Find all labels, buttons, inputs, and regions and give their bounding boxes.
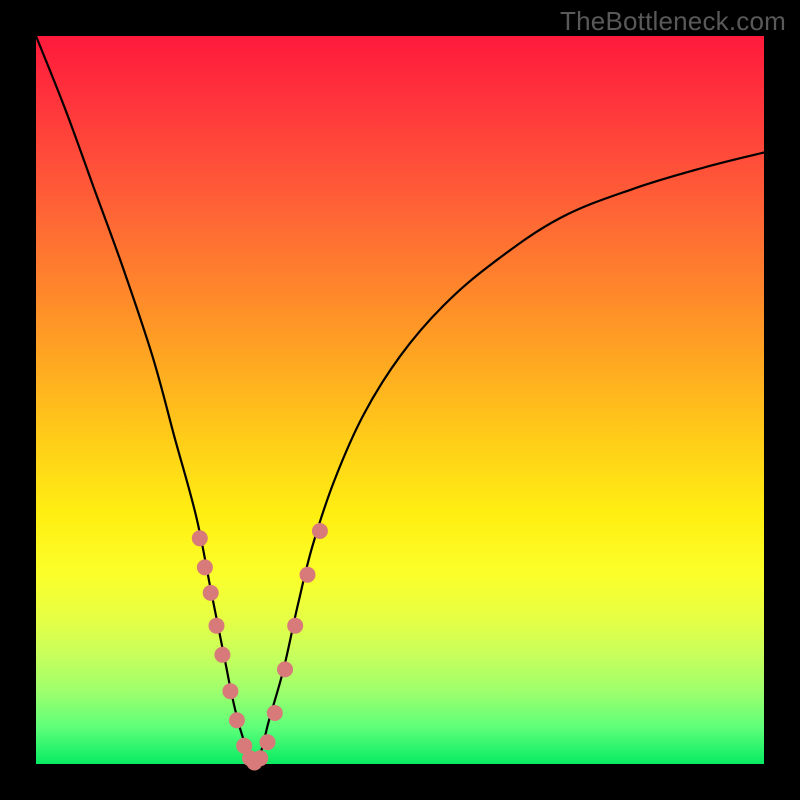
data-dot [214, 647, 230, 663]
data-dot [197, 559, 213, 575]
data-dot [300, 567, 316, 583]
data-dot [287, 618, 303, 634]
data-dot [203, 585, 219, 601]
data-dot [267, 705, 283, 721]
data-dot [222, 683, 238, 699]
data-dot [277, 661, 293, 677]
data-dot [252, 750, 268, 766]
plot-area [36, 36, 764, 764]
data-dot [192, 530, 208, 546]
data-dot [229, 712, 245, 728]
data-dot [209, 618, 225, 634]
data-dot [260, 734, 276, 750]
bottleneck-curve [36, 36, 764, 764]
chart-frame: TheBottleneck.com [0, 0, 800, 800]
data-dot [312, 523, 328, 539]
curve-svg [36, 36, 764, 764]
watermark-label: TheBottleneck.com [560, 6, 786, 37]
